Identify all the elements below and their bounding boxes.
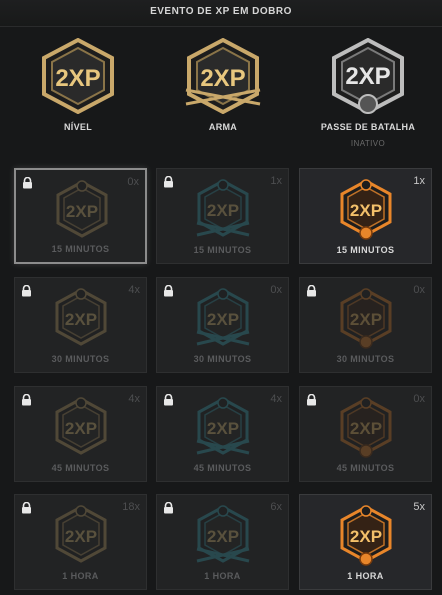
weapon-2xp-icon: 2XP [196, 505, 250, 563]
token-badge: 2XP [338, 179, 394, 246]
token-count: 4x [128, 393, 140, 405]
battlepass-2xp-icon: 2XP [332, 38, 404, 114]
svg-text:2XP: 2XP [65, 310, 97, 329]
level-2xp-icon: 2XP [55, 505, 107, 563]
svg-text:2XP: 2XP [66, 202, 98, 221]
token-count: 0x [413, 393, 425, 405]
token-count: 5x [413, 501, 425, 513]
weapon-2xp-icon: 2XP [196, 179, 250, 237]
token-duration: 1 HORA [204, 571, 241, 581]
token-count: 1x [270, 175, 282, 187]
token-card-level[interactable]: 18x 2XP 1 HORA [14, 494, 147, 590]
event-title: EVENTO DE XP EM DOBRO [150, 6, 292, 17]
level-2xp-icon: 2XP [42, 38, 114, 114]
svg-text:2XP: 2XP [350, 527, 382, 546]
token-duration: 30 MINUTOS [336, 354, 395, 364]
battlepass-2xp-icon: 2XP [340, 288, 392, 349]
svg-text:2XP: 2XP [65, 527, 97, 546]
lock-icon [21, 501, 32, 519]
lock-icon [22, 176, 33, 194]
token-badge: 2XP [338, 288, 394, 355]
battlepass-2xp-icon: 2XP [340, 179, 392, 240]
token-duration: 30 MINUTOS [193, 354, 252, 364]
token-duration: 1 HORA [62, 571, 99, 581]
token-count: 6x [270, 501, 282, 513]
svg-text:2XP: 2XP [207, 310, 239, 329]
level-2xp-icon: 2XP [56, 180, 108, 238]
svg-text:2XP: 2XP [350, 419, 382, 438]
token-duration: 45 MINUTOS [336, 463, 395, 473]
token-card-battlepass[interactable]: 0x 2XP 45 MINUTOS [299, 386, 432, 482]
token-count: 18x [122, 501, 140, 513]
top-bar: EVENTO DE XP EM DOBRO [0, 0, 442, 27]
token-card-battlepass[interactable]: 1x 2XP 15 MINUTOS [299, 168, 432, 264]
token-count: 1x [413, 175, 425, 187]
svg-text:2XP: 2XP [65, 419, 97, 438]
token-count: 0x [270, 284, 282, 296]
token-duration: 45 MINUTOS [51, 463, 110, 473]
token-card-battlepass[interactable]: 5x 2XP 1 HORA [299, 494, 432, 590]
svg-text:2XP: 2XP [207, 201, 239, 220]
battlepass-token[interactable]: 2XP PASSE DE BATALHA INATIVO [308, 38, 428, 148]
token-count: 0x [413, 284, 425, 296]
battlepass-2xp-icon: 2XP [340, 397, 392, 458]
token-duration: 15 MINUTOS [336, 245, 395, 255]
svg-text:2XP: 2XP [350, 201, 382, 220]
lock-icon [306, 393, 317, 411]
lock-icon [21, 393, 32, 411]
svg-text:2XP: 2XP [55, 65, 100, 92]
lock-icon [163, 501, 174, 519]
level-2xp-icon: 2XP [55, 397, 107, 455]
token-duration: 15 MINUTOS [51, 244, 110, 254]
token-badge: 2XP [338, 397, 394, 464]
token-badge: 2XP [53, 505, 109, 572]
token-count: 4x [128, 284, 140, 296]
svg-text:2XP: 2XP [207, 527, 239, 546]
lock-icon [163, 175, 174, 193]
lock-icon [163, 284, 174, 302]
token-status: INATIVO [350, 139, 386, 148]
token-badge: 2XP [54, 180, 110, 247]
token-label: ARMA [208, 122, 238, 132]
lock-icon [306, 284, 317, 302]
token-card-weapon[interactable]: 0x 2XP 30 MINUTOS [156, 277, 289, 373]
token-badge: 2XP [195, 288, 251, 355]
token-label: NÍVEL [63, 122, 92, 132]
token-label: PASSE DE BATALHA [320, 122, 416, 132]
token-card-level[interactable]: 4x 2XP 30 MINUTOS [14, 277, 147, 373]
level-token[interactable]: 2XP NÍVEL [18, 38, 138, 132]
svg-text:2XP: 2XP [200, 65, 245, 92]
token-badge: 2XP [195, 179, 251, 246]
token-duration: 45 MINUTOS [193, 463, 252, 473]
token-card-weapon[interactable]: 1x 2XP 15 MINUTOS [156, 168, 289, 264]
token-badge: 2XP [53, 288, 109, 355]
token-count: 0x [127, 176, 139, 188]
svg-text:2XP: 2XP [350, 310, 382, 329]
battlepass-2xp-icon: 2XP [340, 505, 392, 566]
token-badge: 2XP [53, 397, 109, 464]
token-badge: 2XP [195, 397, 251, 464]
token-card-weapon[interactable]: 6x 2XP 1 HORA [156, 494, 289, 590]
token-card-battlepass[interactable]: 0x 2XP 30 MINUTOS [299, 277, 432, 373]
token-duration: 1 HORA [347, 571, 384, 581]
svg-text:2XP: 2XP [207, 419, 239, 438]
weapon-2xp-icon: 2XP [196, 397, 250, 455]
token-duration: 30 MINUTOS [51, 354, 110, 364]
token-count: 4x [270, 393, 282, 405]
lock-icon [163, 393, 174, 411]
weapon-2xp-icon: 2XP [196, 288, 250, 346]
lock-icon [21, 284, 32, 302]
level-2xp-icon: 2XP [55, 288, 107, 346]
token-card-level[interactable]: 4x 2XP 45 MINUTOS [14, 386, 147, 482]
weapon-token[interactable]: 2XP ARMA [163, 38, 283, 132]
token-badge: 2XP [338, 505, 394, 572]
token-duration: 15 MINUTOS [193, 245, 252, 255]
weapon-2xp-icon: 2XP [185, 38, 261, 114]
svg-text:2XP: 2XP [345, 63, 390, 90]
token-card-weapon[interactable]: 4x 2XP 45 MINUTOS [156, 386, 289, 482]
token-card-level[interactable]: 0x 2XP 15 MINUTOS [14, 168, 147, 264]
token-badge: 2XP [195, 505, 251, 572]
